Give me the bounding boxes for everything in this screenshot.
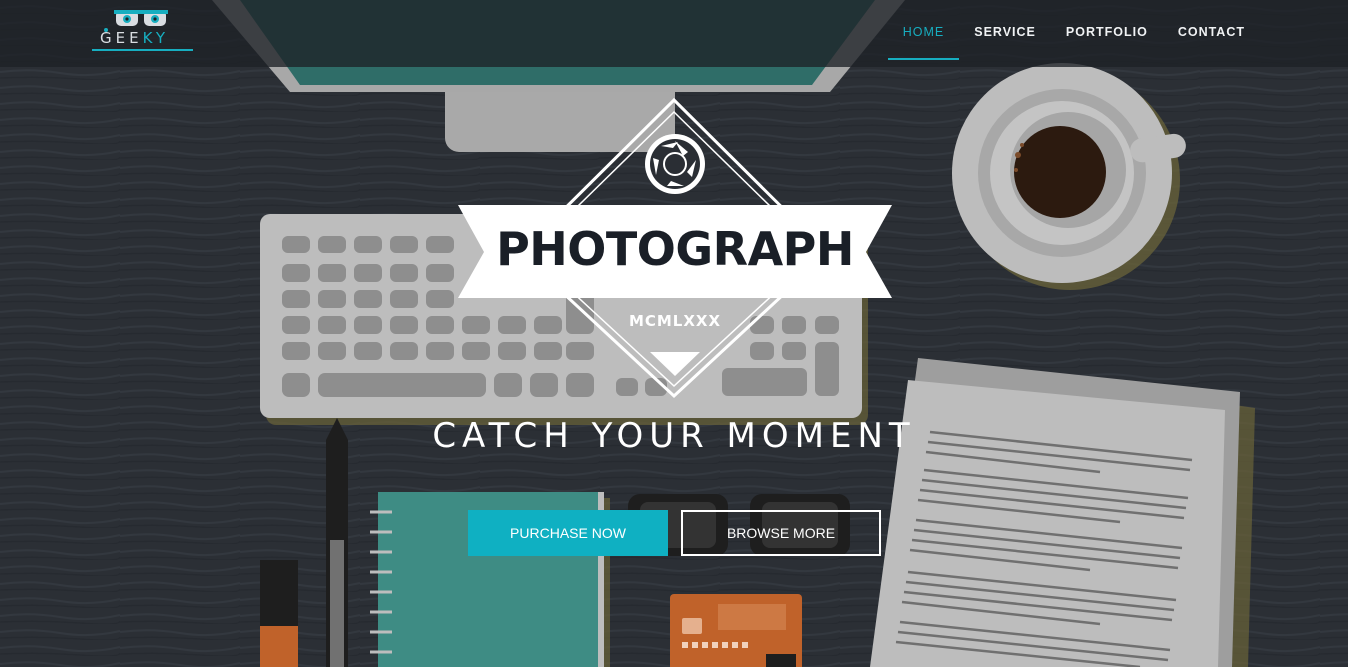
geeky-logo[interactable]: GEEKY bbox=[92, 8, 194, 54]
main-nav: HOME SERVICE PORTFOLIO CONTACT bbox=[887, 0, 1260, 60]
nav-home[interactable]: HOME bbox=[887, 0, 960, 60]
hero-tagline: CATCH YOUR MOMENT bbox=[432, 416, 916, 456]
nav-service[interactable]: SERVICE bbox=[959, 0, 1051, 60]
logo-underline bbox=[92, 49, 193, 51]
top-navbar: GEEKY HOME SERVICE PORTFOLIO CONTACT bbox=[0, 0, 1348, 67]
logo-text: GEEKY bbox=[100, 29, 170, 47]
nav-contact[interactable]: CONTACT bbox=[1163, 0, 1260, 60]
hero-background-illustration bbox=[0, 0, 1348, 667]
credit-card-illustration bbox=[670, 594, 802, 667]
documents-illustration bbox=[870, 358, 1255, 667]
purchase-now-button[interactable]: PURCHASE NOW bbox=[468, 510, 668, 556]
badge-subtitle: MCMLXXX bbox=[628, 312, 722, 330]
nav-portfolio[interactable]: PORTFOLIO bbox=[1051, 0, 1163, 60]
browse-more-button[interactable]: BROWSE MORE bbox=[681, 510, 881, 556]
badge-title: PHOTOGRAPH bbox=[496, 222, 854, 276]
